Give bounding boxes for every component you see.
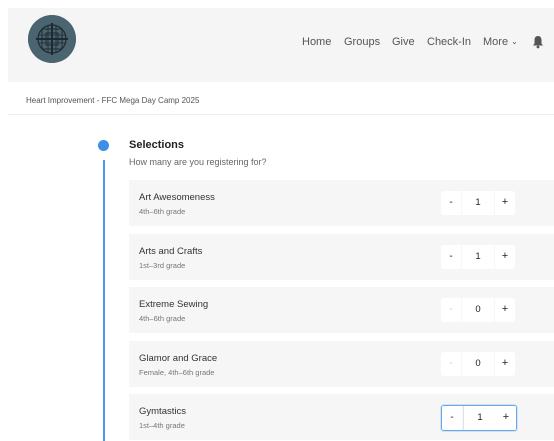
quantity-stepper: - 1 + bbox=[441, 245, 515, 269]
selection-card-art-awesomeness: Art Awesomeness 4th–6th grade - 1 + bbox=[129, 180, 554, 226]
selections-subtitle: How many are you registering for? bbox=[129, 157, 267, 167]
decrement-button[interactable]: - bbox=[441, 298, 461, 322]
divider bbox=[8, 114, 554, 115]
site-header: Home Groups Give Check-In More ⌄ bbox=[8, 8, 554, 82]
bell-icon[interactable] bbox=[532, 35, 544, 49]
quantity-stepper: - 0 + bbox=[441, 352, 515, 376]
chevron-down-icon: ⌄ bbox=[511, 37, 518, 46]
selection-name: Gymtastics bbox=[139, 406, 186, 417]
selection-card-glamor-and-grace: Glamor and Grace Female, 4th–6th grade -… bbox=[129, 341, 554, 387]
selection-grade: Female, 4th–6th grade bbox=[139, 368, 215, 377]
step-progress-line bbox=[103, 160, 105, 441]
selection-name: Glamor and Grace bbox=[139, 353, 218, 364]
decrement-button[interactable]: - bbox=[442, 406, 462, 430]
nav-more-menu[interactable]: More ⌄ bbox=[483, 36, 518, 48]
quantity-value[interactable]: 0 bbox=[462, 352, 494, 376]
selection-grade: 4th–6th grade bbox=[139, 207, 186, 216]
quantity-stepper: - 0 + bbox=[441, 298, 515, 322]
nav-checkin-link[interactable]: Check-In bbox=[427, 36, 471, 48]
increment-button[interactable]: + bbox=[496, 406, 516, 430]
increment-button[interactable]: + bbox=[495, 352, 515, 376]
increment-button[interactable]: + bbox=[495, 298, 515, 322]
quantity-value[interactable]: 1 bbox=[463, 406, 497, 430]
main-nav: Home Groups Give Check-In More ⌄ bbox=[8, 36, 554, 52]
selection-card-arts-and-crafts: Arts and Crafts 1st–3rd grade - 1 + bbox=[129, 234, 554, 280]
selection-grade: 4th–6th grade bbox=[139, 314, 186, 323]
decrement-button[interactable]: - bbox=[441, 191, 461, 215]
selection-card-extreme-sewing: Extreme Sewing 4th–6th grade - 0 + bbox=[129, 287, 554, 333]
nav-more-label: More bbox=[483, 36, 509, 48]
nav-home-link[interactable]: Home bbox=[302, 36, 331, 48]
nav-groups-link[interactable]: Groups bbox=[344, 36, 380, 48]
quantity-stepper: - 1 + bbox=[441, 191, 515, 215]
breadcrumb: Heart Improvement - FFC Mega Day Camp 20… bbox=[26, 96, 200, 105]
selection-name: Arts and Crafts bbox=[139, 246, 203, 257]
increment-button[interactable]: + bbox=[495, 191, 515, 215]
decrement-button[interactable]: - bbox=[441, 245, 461, 269]
step-indicator-dot bbox=[98, 140, 109, 151]
selection-card-gymtastics: Gymtastics 1st–4th grade - 1 + bbox=[129, 394, 554, 440]
quantity-value[interactable]: 1 bbox=[462, 245, 494, 269]
selection-name: Art Awesomeness bbox=[139, 192, 215, 203]
nav-give-link[interactable]: Give bbox=[392, 36, 415, 48]
selection-grade: 1st–4th grade bbox=[139, 421, 185, 430]
increment-button[interactable]: + bbox=[495, 245, 515, 269]
quantity-value[interactable]: 0 bbox=[462, 298, 494, 322]
quantity-stepper: - 1 + bbox=[441, 405, 517, 431]
selection-grade: 1st–3rd grade bbox=[139, 261, 186, 270]
quantity-value[interactable]: 1 bbox=[462, 191, 494, 215]
selection-name: Extreme Sewing bbox=[139, 299, 209, 310]
selections-title: Selections bbox=[129, 139, 185, 151]
decrement-button[interactable]: - bbox=[441, 352, 461, 376]
